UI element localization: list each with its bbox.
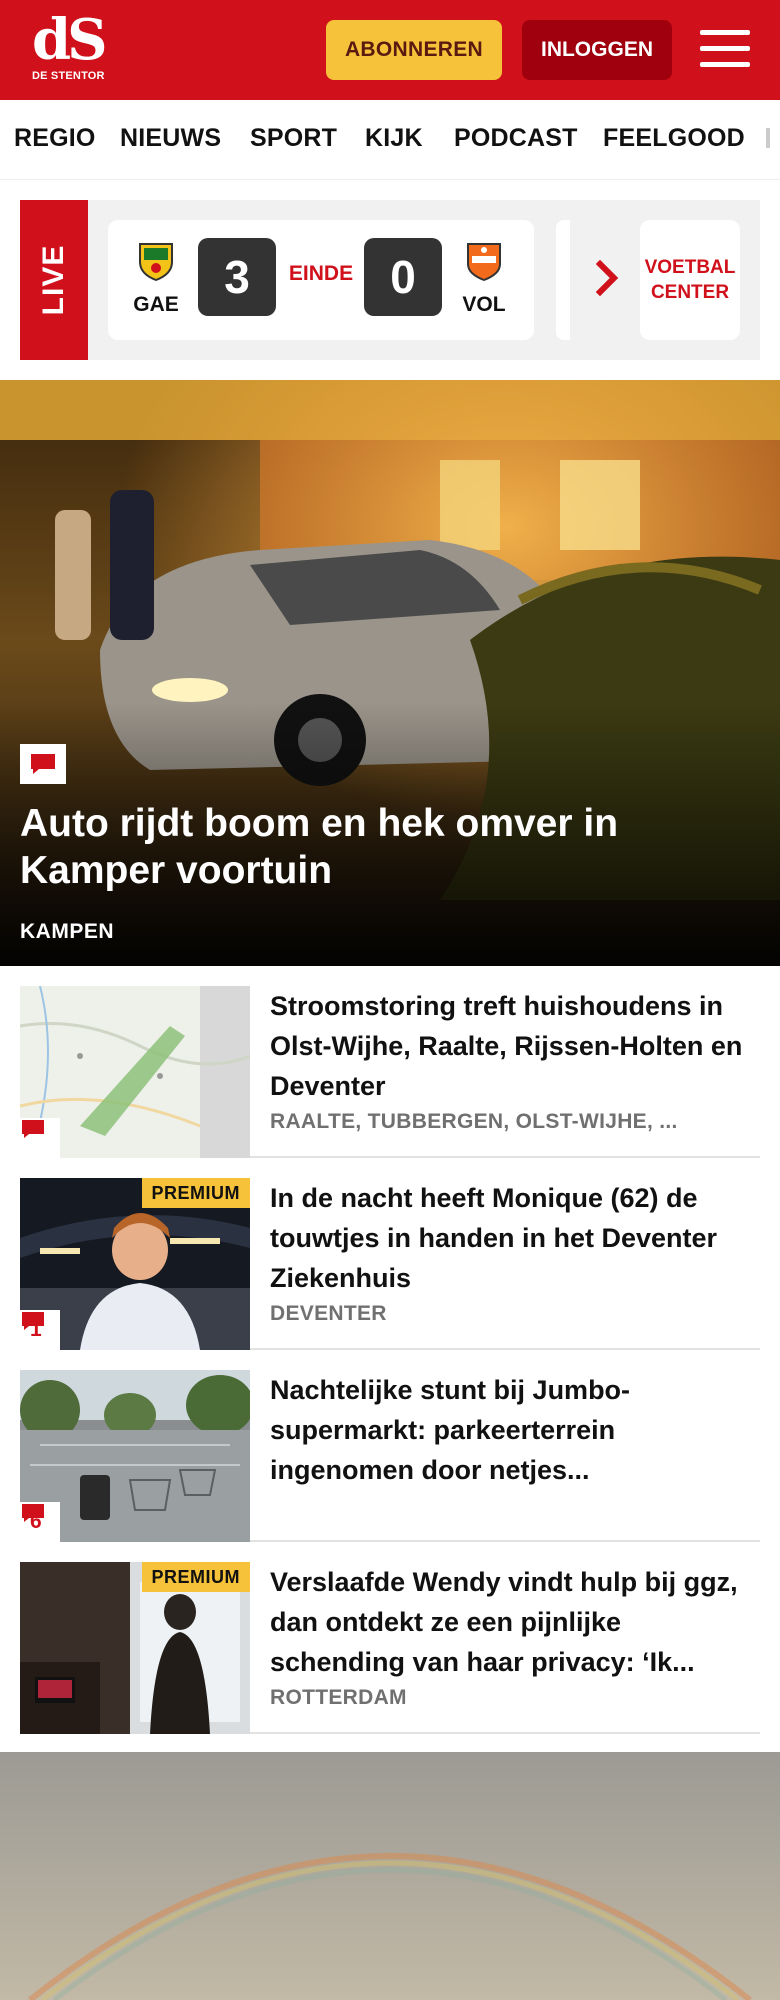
nav-overflow-indicator [766,128,770,148]
hero-location: KAMPEN [20,920,115,943]
nav-item-regio[interactable]: REGIO [14,124,96,153]
live-label: LIVE [37,244,70,316]
match-status: EINDE [288,262,354,285]
comment-icon [20,1118,60,1158]
next-article-photo[interactable] [0,1752,780,2000]
home-team-crest-icon [139,243,173,282]
article-location: ROTTERDAM [270,1686,407,1709]
article-item[interactable]: PREMIUM 1 In de nacht heeft Monique (62)… [20,1178,760,1350]
article-thumbnail: 6 [20,1370,250,1542]
article-item[interactable]: PREMIUM Verslaafde Wendy vindt hulp bij … [20,1562,760,1734]
article-title[interactable]: In de nacht heeft Monique (62) de touwtj… [270,1178,760,1298]
article-location: RAALTE, TUBBERGEN, OLST-WIJHE, ... [270,1110,678,1133]
nav-item-kijk[interactable]: KIJK [365,124,423,153]
login-button[interactable]: INLOGGEN [522,20,672,80]
away-score: 0 [364,238,442,316]
article-location: DEVENTER [270,1302,387,1325]
hamburger-menu-icon[interactable] [700,28,750,70]
voetbal-center-line1: VOETBAL [644,257,736,278]
nav-item-sport[interactable]: SPORT [250,124,337,153]
away-team-crest-icon [467,243,501,282]
hero-title[interactable]: Auto rijdt boom en hek omver in Kamper v… [20,800,740,894]
nav-item-podcast[interactable]: PODCAST [454,124,578,153]
home-team-code: GAE [133,293,179,316]
chevron-right-icon[interactable] [588,258,628,298]
nav-item-feelgood[interactable]: FEELGOOD [603,124,745,153]
article-title[interactable]: Nachtelijke stunt bij Jumbo-supermarkt: … [270,1370,760,1490]
away-team: VOL [454,238,514,317]
site-logo[interactable]: dS DE STENTOR [32,12,112,88]
article-item[interactable]: 6 Nachtelijke stunt bij Jumbo-supermarkt… [20,1370,760,1542]
home-team: GAE [126,238,186,317]
next-match-card-edge[interactable] [556,220,570,340]
logo-mark: dS [32,7,108,73]
premium-badge: PREMIUM [141,1178,250,1208]
voetbal-center-line2: CENTER [650,282,730,303]
hero-article[interactable]: Auto rijdt boom en hek omver in Kamper v… [0,380,780,966]
home-score: 3 [198,238,276,316]
comment-icon: 6 [20,1502,60,1542]
article-title[interactable]: Stroomstoring treft huishoudens in Olst-… [270,986,760,1106]
match-card[interactable]: GAE 3 EINDE 0 VOL [108,220,534,340]
article-thumbnail: PREMIUM 1 [20,1178,250,1350]
logo-subtitle: DE STENTOR [32,70,105,82]
article-title[interactable]: Verslaafde Wendy vindt hulp bij ggz, dan… [270,1562,760,1682]
nav-item-nieuws[interactable]: NIEUWS [120,124,221,153]
article-thumbnail: PREMIUM [20,1562,250,1734]
premium-badge: PREMIUM [141,1562,250,1592]
voetbal-center-link[interactable]: VOETBAL CENTER [640,220,740,340]
article-item[interactable]: Stroomstoring treft huishoudens in Olst-… [20,986,760,1158]
article-thumbnail [20,986,250,1158]
away-team-code: VOL [462,293,506,316]
live-score-strip: LIVE GAE 3 EINDE 0 VOL VOETBAL CENTER [20,200,760,360]
top-bar: dS DE STENTOR ABONNEREN INLOGGEN [0,0,780,100]
subscribe-button[interactable]: ABONNEREN [326,20,502,80]
comment-icon: 1 [20,1310,60,1350]
rainbow-photo [0,1752,780,2000]
comment-icon [20,744,66,784]
main-nav: REGIO NIEUWS SPORT KIJK PODCAST FEELGOOD [0,100,780,180]
live-tag: LIVE [20,200,88,360]
